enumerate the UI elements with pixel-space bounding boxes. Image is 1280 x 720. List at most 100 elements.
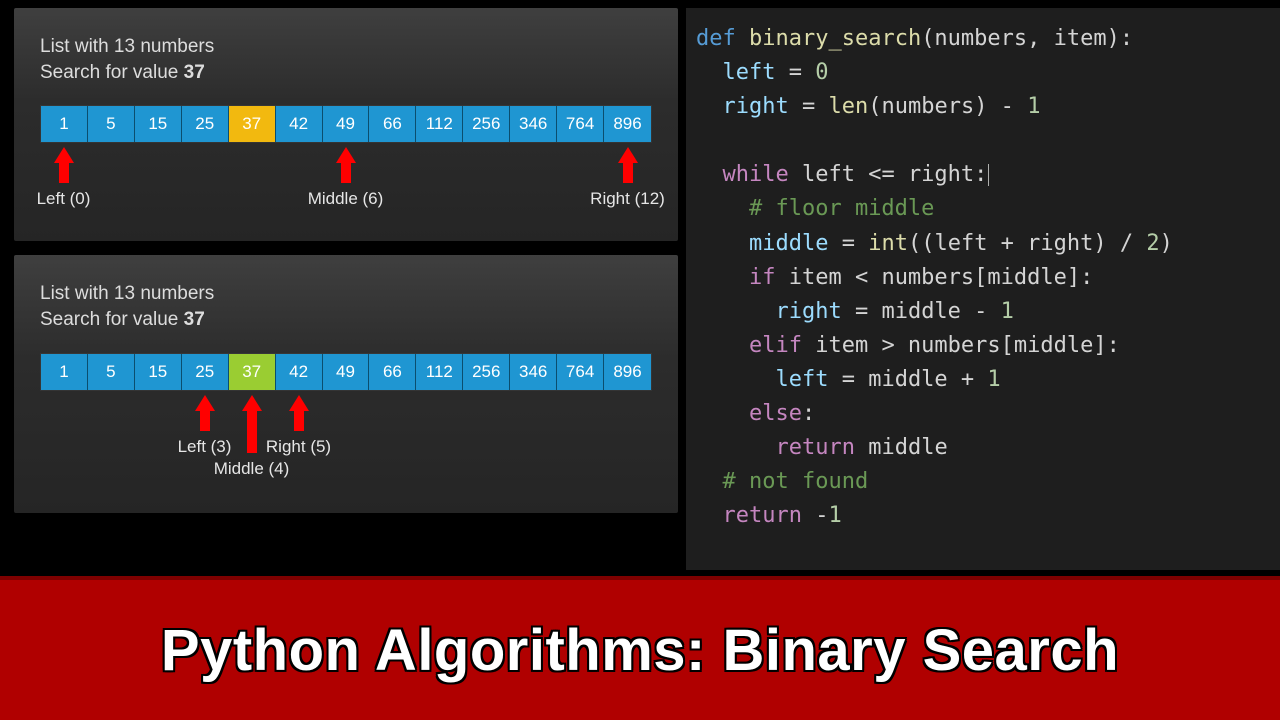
num-1c: 1: [987, 367, 1000, 392]
array-cell: 37: [229, 354, 276, 390]
comment-floor: # floor middle: [749, 196, 934, 221]
panel2-title: List with 13 numbers Search for value 37: [40, 281, 652, 332]
array-cell: 256: [463, 106, 510, 142]
arrow-stem-icon: [341, 163, 351, 183]
panel2-line2-prefix: Search for value: [40, 309, 184, 330]
fn-name: binary_search: [749, 26, 921, 51]
array-cell: 49: [323, 106, 370, 142]
content-area: List with 13 numbers Search for value 37…: [0, 0, 1280, 570]
return-sp: [802, 503, 815, 528]
return-mid: middle: [855, 435, 948, 460]
var-mid: middle: [749, 231, 828, 256]
panel1-line2-prefix: Search for value: [40, 62, 184, 83]
while-cond: left <= right:: [789, 162, 988, 187]
pointer-row-1: Left (0)Middle (6)Right (12): [40, 147, 652, 219]
banner-title: Python Algorithms: Binary Search: [161, 617, 1119, 684]
array-cell: 764: [557, 106, 604, 142]
pointer-label: Left (0): [24, 189, 104, 209]
array-cell: 112: [416, 106, 463, 142]
pointer-label: Middle (4): [202, 459, 302, 479]
fn-params: (numbers, item):: [921, 26, 1133, 51]
arrow-up-icon: [54, 147, 74, 163]
array-cell: 42: [276, 354, 323, 390]
arrow-stem-icon: [59, 163, 69, 183]
num-1b: 1: [1001, 299, 1014, 324]
panel2-line1-suffix: numbers: [135, 283, 214, 304]
kw-return1: return: [775, 435, 854, 460]
right-expr: = middle -: [842, 299, 1001, 324]
array-cell: 346: [510, 106, 557, 142]
comment-notfound: # not found: [723, 469, 869, 494]
array-cell: 1: [41, 106, 88, 142]
array-panel-step1: List with 13 numbers Search for value 37…: [14, 8, 678, 241]
array-row-2: 15152537424966112256346764896: [40, 353, 652, 391]
kw-def: def: [696, 26, 736, 51]
int-rest: ((left + right) /: [908, 231, 1146, 256]
array-cell: 37: [229, 106, 276, 142]
fn-len: len: [828, 94, 868, 119]
arrow-up-icon: [336, 147, 356, 163]
var-right: right: [723, 94, 789, 119]
var-right2: right: [775, 299, 841, 324]
panel2-line1-prefix: List with: [40, 283, 114, 304]
kw-return2: return: [723, 503, 802, 528]
array-cell: 15: [135, 106, 182, 142]
if-cond: item < numbers[middle]:: [775, 265, 1093, 290]
panel1-line1-prefix: List with: [40, 36, 114, 57]
panel2-line1-count: 13: [114, 283, 135, 304]
elif-cond: item > numbers[middle]:: [802, 333, 1120, 358]
arrow-stem-icon: [247, 411, 257, 453]
array-cell: 256: [463, 354, 510, 390]
kw-while: while: [723, 162, 789, 187]
pointer-label: Right (12): [588, 189, 668, 209]
pointer-arrow: Middle (6): [306, 147, 386, 209]
title-banner: Python Algorithms: Binary Search: [0, 576, 1280, 720]
num-2: 2: [1146, 231, 1159, 256]
panel1-title: List with 13 numbers Search for value 37: [40, 34, 652, 85]
pointer-arrow: Right (12): [588, 147, 668, 209]
num-1: 1: [1027, 94, 1040, 119]
op-eq: =: [775, 60, 815, 85]
array-cell: 15: [135, 354, 182, 390]
num-0: 0: [815, 60, 828, 85]
panel1-line1-suffix: numbers: [135, 36, 214, 57]
array-panel-step2: List with 13 numbers Search for value 37…: [14, 255, 678, 512]
var-left2: left: [775, 367, 828, 392]
close-paren: ): [1160, 231, 1173, 256]
panel1-line2-value: 37: [184, 62, 205, 83]
kw-elif: elif: [749, 333, 802, 358]
array-cell: 346: [510, 354, 557, 390]
neg-sign: -: [815, 503, 828, 528]
array-row-1: 15152537424966112256346764896: [40, 105, 652, 143]
array-cell: 42: [276, 106, 323, 142]
var-left: left: [723, 60, 776, 85]
pointer-label: Middle (6): [306, 189, 386, 209]
fn-int: int: [868, 231, 908, 256]
left-expr: = middle +: [828, 367, 987, 392]
array-cell: 896: [604, 106, 651, 142]
array-cell: 25: [182, 354, 229, 390]
array-cell: 896: [604, 354, 651, 390]
diagram-column: List with 13 numbers Search for value 37…: [0, 8, 678, 570]
pointer-arrow-middle: Middle (4): [202, 395, 302, 479]
array-cell: 5: [88, 354, 135, 390]
arrow-up-icon: [242, 395, 262, 411]
array-cell: 66: [369, 106, 416, 142]
pointer-row-2: Left (3)Right (5)Middle (4): [40, 395, 652, 491]
kw-else: else: [749, 401, 802, 426]
num-1d: 1: [828, 503, 841, 528]
arrow-up-icon: [618, 147, 638, 163]
array-cell: 764: [557, 354, 604, 390]
array-cell: 66: [369, 354, 416, 390]
array-cell: 1: [41, 354, 88, 390]
arrow-stem-icon: [623, 163, 633, 183]
op-eq2: =: [789, 94, 829, 119]
pointer-arrow: Left (0): [24, 147, 104, 209]
array-cell: 5: [88, 106, 135, 142]
array-cell: 49: [323, 354, 370, 390]
array-cell: 25: [182, 106, 229, 142]
panel1-line1-count: 13: [114, 36, 135, 57]
panel2-line2-value: 37: [184, 309, 205, 330]
array-cell: 112: [416, 354, 463, 390]
cursor-icon: [988, 164, 989, 186]
